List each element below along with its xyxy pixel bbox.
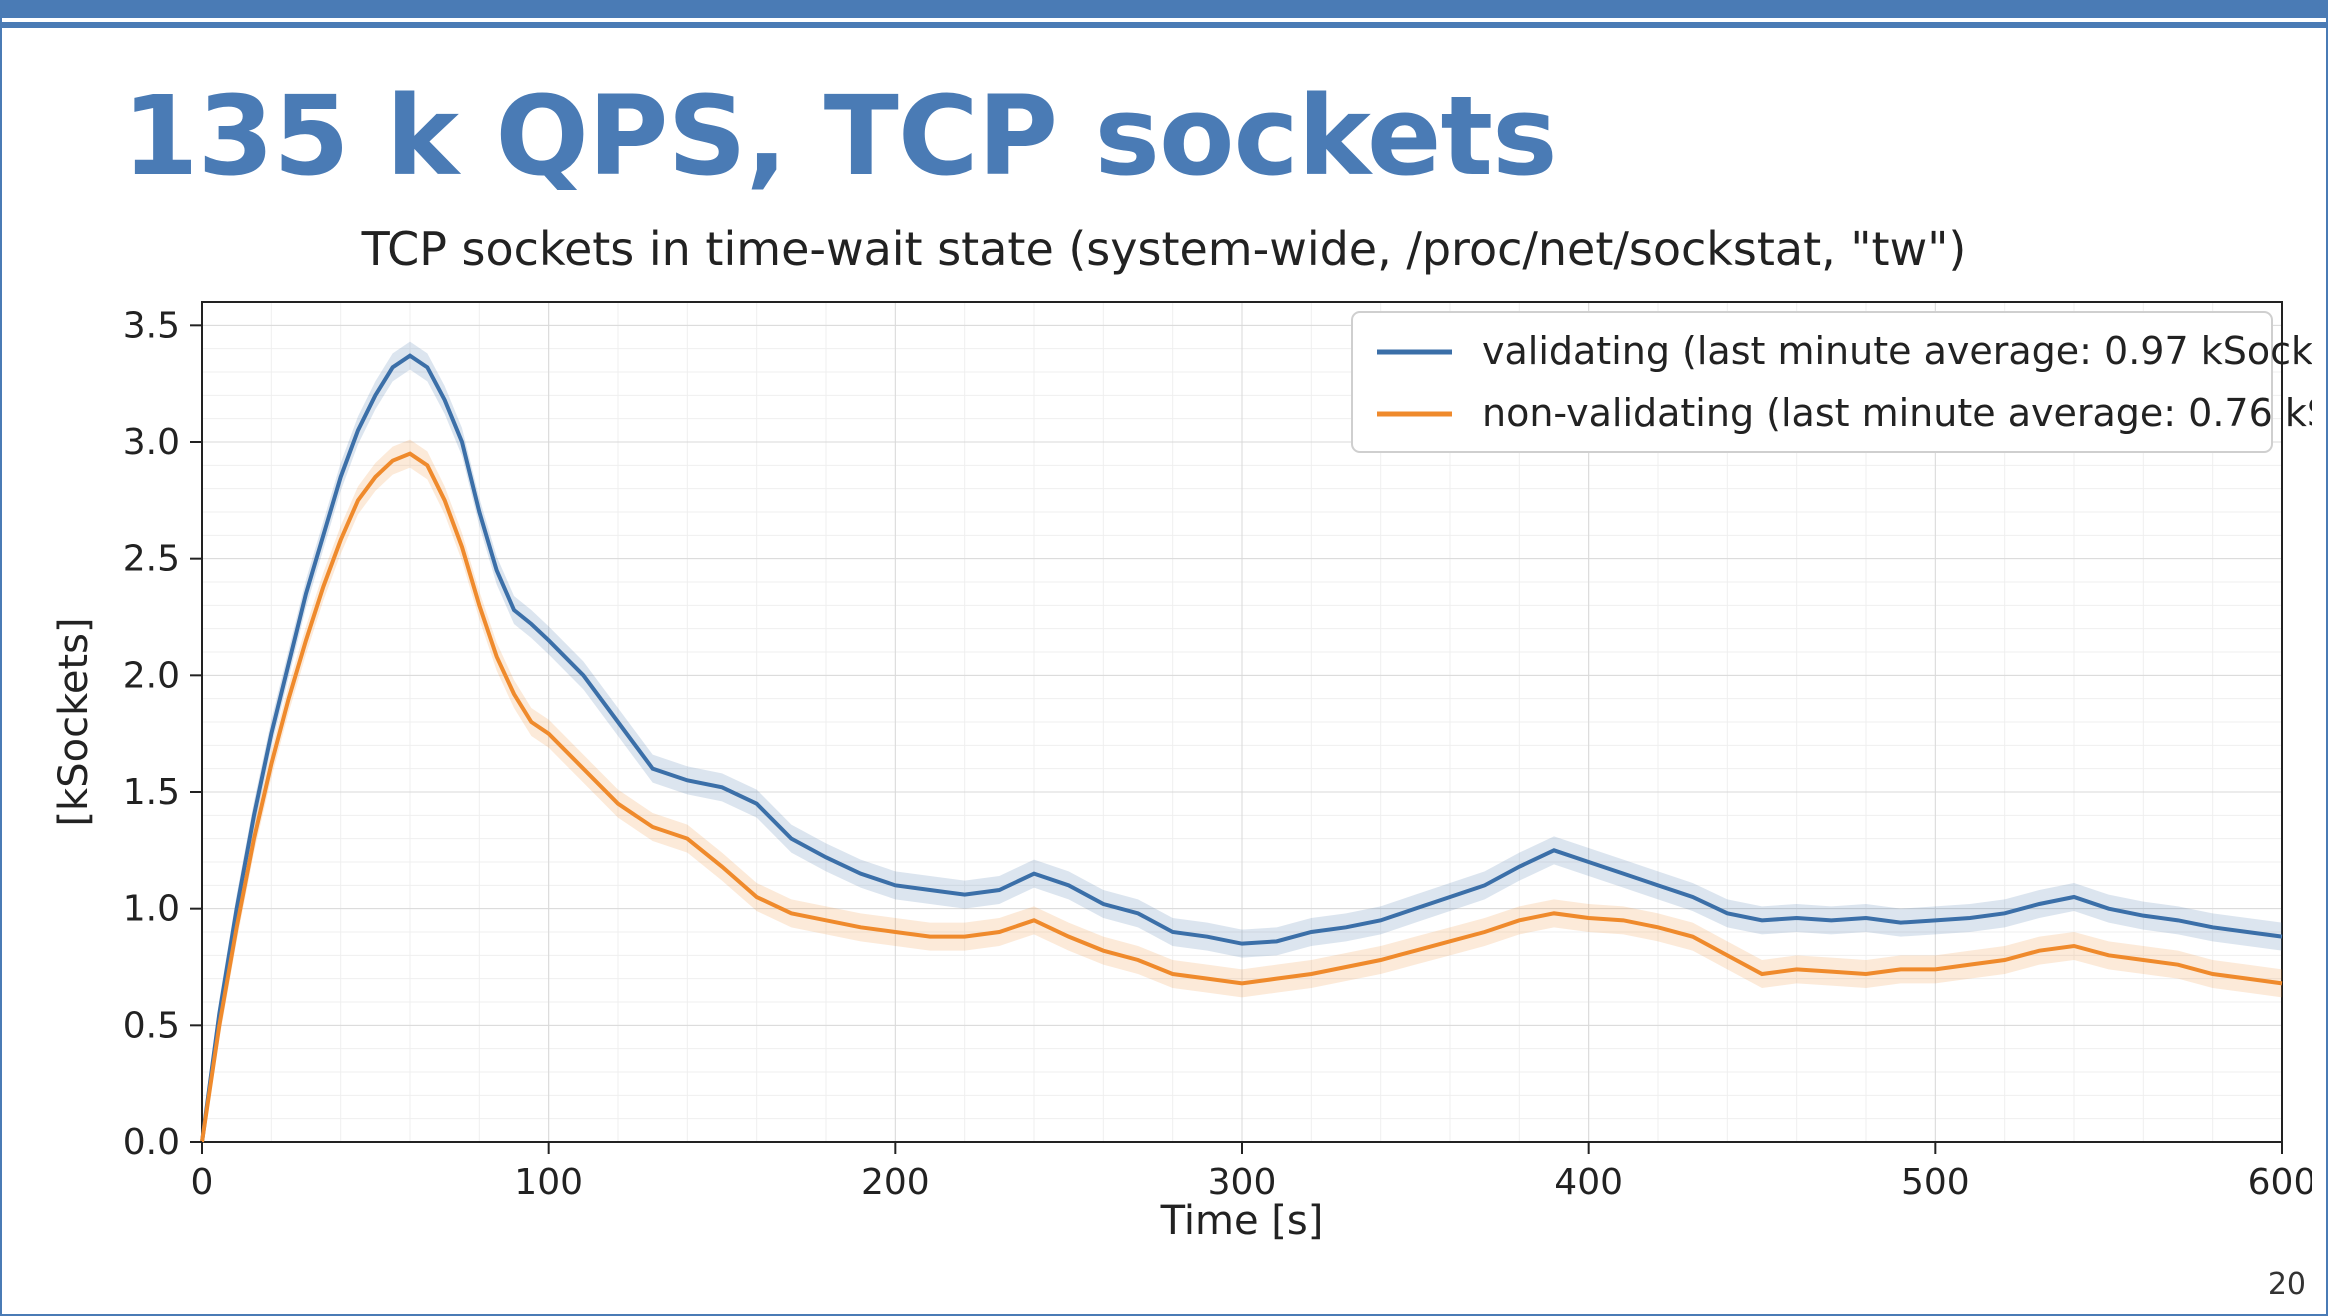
chart-svg: 0 100 200 300 400 500 600 0.0 0.5 1.0 1.5 2.0 2.5 3.0… bbox=[32, 292, 2312, 1252]
legend-label-0: validating (last minute average: 0.97 kS… bbox=[1482, 329, 2312, 373]
svg-text:3.0: 3.0 bbox=[123, 422, 180, 463]
top-accent-bar bbox=[2, 2, 2326, 18]
svg-text:300: 300 bbox=[1208, 1162, 1277, 1203]
chart-area: 0 100 200 300 400 500 600 0.0 0.5 1.0 1.5 2.0 2.5 3.0… bbox=[32, 292, 2312, 1252]
slide-title: 135 k QPS, TCP sockets bbox=[122, 72, 1557, 200]
slide: 135 k QPS, TCP sockets TCP sockets in ti… bbox=[0, 0, 2328, 1316]
svg-text:2.0: 2.0 bbox=[123, 655, 180, 696]
svg-text:1.5: 1.5 bbox=[123, 772, 180, 813]
x-axis-label: Time [s] bbox=[1160, 1198, 1324, 1244]
svg-text:200: 200 bbox=[861, 1162, 930, 1203]
svg-text:1.0: 1.0 bbox=[123, 889, 180, 930]
svg-text:0.5: 0.5 bbox=[123, 1005, 180, 1046]
svg-text:0.0: 0.0 bbox=[123, 1122, 180, 1163]
svg-text:400: 400 bbox=[1554, 1162, 1623, 1203]
y-axis-label: [kSockets] bbox=[51, 617, 97, 826]
svg-text:100: 100 bbox=[514, 1162, 583, 1203]
page-number: 20 bbox=[2268, 1267, 2306, 1302]
legend-label-1: non-validating (last minute average: 0.7… bbox=[1482, 391, 2312, 435]
svg-text:3.5: 3.5 bbox=[123, 305, 180, 346]
legend: validating (last minute average: 0.97 kS… bbox=[1352, 312, 2312, 452]
svg-text:0: 0 bbox=[191, 1162, 214, 1203]
chart-title: TCP sockets in time-wait state (system-w… bbox=[2, 222, 2326, 276]
y-axis: 0.0 0.5 1.0 1.5 2.0 2.5 3.0 3.5 bbox=[123, 305, 202, 1163]
x-axis: 0 100 200 300 400 500 600 bbox=[191, 1142, 2312, 1203]
svg-text:500: 500 bbox=[1901, 1162, 1970, 1203]
top-accent-bar-thin bbox=[2, 22, 2326, 28]
svg-text:2.5: 2.5 bbox=[123, 539, 180, 580]
svg-text:600: 600 bbox=[2248, 1162, 2312, 1203]
